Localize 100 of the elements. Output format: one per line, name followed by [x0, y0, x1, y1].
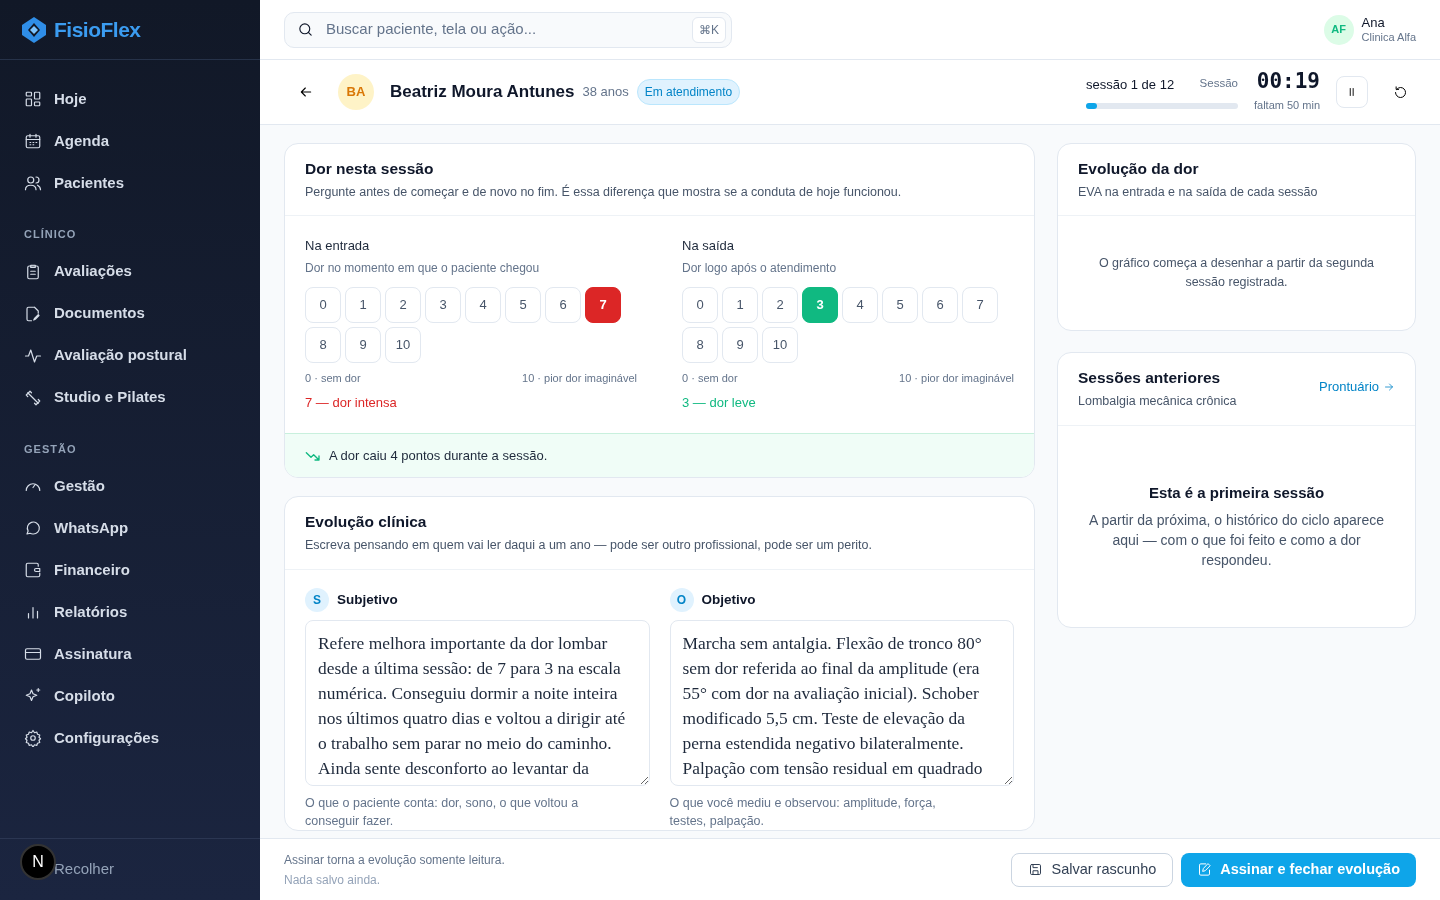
- sidebar-item[interactable]: Configurações: [12, 717, 248, 759]
- pain-score-option[interactable]: 5: [505, 286, 541, 323]
- sidebar-item[interactable]: Documentos: [12, 292, 248, 335]
- search-bar[interactable]: Buscar paciente, tela ou ação... ⌘K: [284, 11, 732, 48]
- reset-icon: [1392, 84, 1408, 100]
- card-subtitle: EVA na entrada e na saída de cada sessão: [1078, 183, 1318, 201]
- save-icon: [1028, 862, 1044, 877]
- sidebar-item[interactable]: Copiloto: [12, 675, 248, 717]
- back-arrow-icon: [298, 84, 314, 100]
- pain-score-option[interactable]: 10: [762, 326, 798, 363]
- pain-summary: A dor caiu 4 pontos durante a sessão.: [329, 446, 548, 465]
- pain-score-option[interactable]: 8: [682, 326, 718, 363]
- session-timer: 00:19: [1255, 70, 1320, 92]
- pain-score-option[interactable]: 7: [962, 286, 998, 323]
- dumbbell-icon: [24, 388, 42, 407]
- pain-score-option[interactable]: 1: [722, 286, 758, 323]
- patient-age: 38 anos: [582, 83, 629, 102]
- pain-score-option[interactable]: 8: [305, 326, 341, 363]
- footer-note: Assinar torna a evolução somente leitura.: [284, 851, 505, 869]
- pain-score-option[interactable]: 2: [762, 286, 798, 323]
- pain-score-option[interactable]: 3: [425, 286, 461, 323]
- scale-min-label: 0 · sem dor: [305, 370, 361, 386]
- scale-max-label: 10 · pior dor imaginável: [899, 370, 1014, 386]
- pain-score-option[interactable]: 5: [882, 286, 918, 323]
- time-remaining: faltam 50 min: [1253, 97, 1320, 113]
- field-help: O que o paciente conta: dor, sono, o que voltou a conseguir fazer.: [305, 794, 580, 830]
- sidebar-item[interactable]: Pacientes: [12, 162, 248, 204]
- session-count: sessão 1 de 12: [1085, 76, 1175, 95]
- pain-result: 7 — dor intensa: [305, 394, 398, 413]
- sidebar-item[interactable]: Relatórios: [12, 591, 248, 633]
- brand-name: FisioFlex: [54, 16, 141, 43]
- scale-hint: Dor no momento em que o paciente chegou: [305, 259, 541, 277]
- search-icon: [297, 21, 314, 38]
- patient-name: Beatriz Moura Antunes: [390, 81, 575, 104]
- users-icon: [24, 174, 42, 192]
- logo-icon: [20, 15, 48, 44]
- search-field[interactable]: Buscar paciente, tela ou ação...: [324, 17, 682, 42]
- user-name: Ana: [1361, 15, 1386, 30]
- dashboard-icon: [24, 90, 42, 108]
- pause-button[interactable]: [1336, 76, 1368, 108]
- scale-min-label: 0 · sem dor: [682, 370, 738, 386]
- pain-score-option[interactable]: 2: [385, 286, 421, 323]
- arrow-right-icon: [1383, 381, 1395, 394]
- field-help: O que você mediu e observou: amplitude, força, testes, palpação.: [669, 794, 937, 830]
- section-letter-icon: S: [305, 587, 329, 612]
- section-letter-icon: O: [669, 587, 694, 612]
- pain-score-option[interactable]: 9: [722, 326, 758, 363]
- card-subtitle: Pergunte antes de começar e de novo no fim. É essa diferença que mostra se a conduta de hoje funcionou.: [305, 183, 902, 201]
- pulse-icon: [24, 346, 42, 365]
- card-subtitle: Lombalgia mecânica crônica: [1078, 392, 1237, 410]
- collapse-button[interactable]: Recolher: [54, 858, 115, 881]
- pain-score-option[interactable]: 0: [682, 286, 718, 323]
- clinic-name: Clinica Alfa: [1361, 29, 1416, 44]
- pain-score-option[interactable]: 1: [345, 286, 381, 323]
- field-label: Objetivo: [701, 590, 756, 609]
- sidebar-item[interactable]: Avaliação postural: [12, 334, 248, 377]
- save-status: Nada salvo ainda.: [284, 871, 382, 889]
- sidebar-item[interactable]: Avaliações: [12, 250, 248, 293]
- sidebar-item[interactable]: Studio e Pilates: [12, 376, 248, 419]
- pain-score-option[interactable]: 10: [385, 326, 421, 363]
- credit-card-icon: [24, 645, 42, 663]
- status-badge: Em atendimento: [636, 79, 741, 105]
- card-title: Evolução clínica: [305, 513, 428, 532]
- pain-score-option[interactable]: 4: [842, 286, 878, 323]
- pain-score-option[interactable]: 6: [922, 286, 958, 323]
- note-textarea[interactable]: Marcha sem antalgia. Flexão de tronco 80° sem dor referida ao final da amplitude (era 55° com dor na avaliação inicial). Schober modificado 5,5 cm. Teste de elevação da perna estendida negativo bilateralmente. Palpação com tensão residual em quadrado: [669, 619, 1014, 786]
- card-title: Evolução da dor: [1078, 160, 1200, 179]
- record-link[interactable]: Prontuário: [1319, 377, 1395, 397]
- note-textarea[interactable]: Refere melhora importante da dor lombar desde a última sessão: de 7 para 3 na escala numérica. Conseguiu dormir a noite inteira nos últimos quatro dias e voltou a dirigir até o trabalho sem parar no meio do caminho. Ainda sente desconforto ao levantar da: [305, 619, 650, 786]
- sidebar-item[interactable]: Gestão: [12, 465, 248, 507]
- keyboard-shortcut: ⌘K: [692, 16, 726, 43]
- edit-icon: [1197, 862, 1213, 877]
- pain-score-option[interactable]: 9: [345, 326, 381, 363]
- sidebar-item[interactable]: Agenda: [12, 120, 248, 162]
- card-title: Sessões anteriores: [1078, 369, 1222, 388]
- wallet-icon: [24, 561, 42, 579]
- pain-result: 3 — dor leve: [682, 394, 757, 413]
- sidebar-item[interactable]: Financeiro: [12, 549, 248, 591]
- scale-label: Na entrada: [305, 237, 371, 256]
- pain-score-option[interactable]: 7: [585, 286, 621, 323]
- session-caption: Sessão: [1199, 76, 1238, 92]
- sidebar-item[interactable]: Assinatura: [12, 633, 248, 675]
- card-subtitle: Escreva pensando em quem vai ler daqui a um ano — pode ser outro profissional, pode ser um perito.: [305, 536, 872, 554]
- calendar-icon: [24, 132, 42, 150]
- pain-score-option[interactable]: 0: [305, 286, 341, 323]
- sidebar-item[interactable]: WhatsApp: [12, 507, 248, 549]
- save-draft-button[interactable]: Salvar rascunho: [1011, 852, 1174, 887]
- field-label: Subjetivo: [337, 590, 398, 609]
- clipboard-icon: [24, 262, 42, 281]
- dev-indicator-badge[interactable]: N: [20, 844, 56, 880]
- scale-label: Na saída: [682, 237, 736, 256]
- pain-score-option[interactable]: 6: [545, 286, 581, 323]
- sidebar-item[interactable]: Hoje: [12, 78, 248, 120]
- empty-title: Esta é a primeira sessão: [1147, 482, 1326, 503]
- patient-avatar: BA: [338, 74, 374, 110]
- document-edit-icon: [24, 304, 42, 323]
- card-title: Dor nesta sessão: [305, 160, 435, 179]
- section-heading: CLÍNICO: [23, 227, 78, 242]
- pain-score-option[interactable]: 4: [465, 286, 501, 323]
- scale-max-label: 10 · pior dor imaginável: [522, 370, 637, 386]
